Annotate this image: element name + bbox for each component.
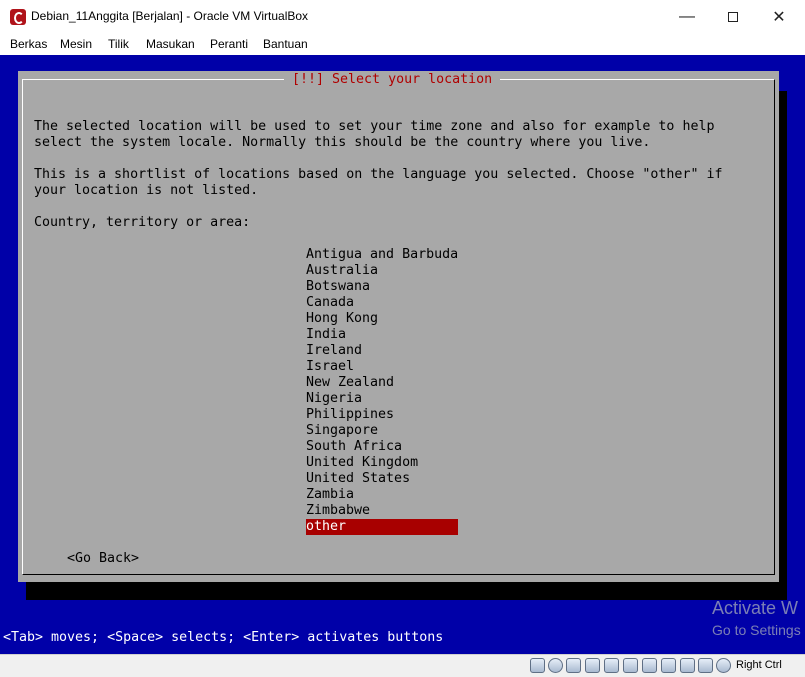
minimize-button[interactable]: — [664, 0, 710, 33]
description-line-1: The selected location will be used to se… [34, 119, 715, 134]
go-back-button[interactable]: <Go Back> [67, 551, 139, 567]
status-bar: Right Ctrl [0, 654, 805, 677]
location-option[interactable]: Israel [306, 359, 458, 375]
location-option[interactable]: India [306, 327, 458, 343]
activate-windows-watermark: Activate W [712, 598, 799, 618]
dialog-title: [!!] Select your location [284, 72, 501, 88]
location-option-selected[interactable]: other [306, 519, 458, 535]
description-line-2: select the system locale. Normally this … [34, 135, 651, 150]
virtualbox-app-icon [10, 9, 26, 25]
description-line-3: This is a shortlist of locations based o… [34, 167, 723, 182]
menu-berkas[interactable]: Berkas [10, 37, 47, 51]
video-capture-icon[interactable] [661, 658, 676, 673]
menu-mesin[interactable]: Mesin [60, 37, 92, 51]
usb-icon[interactable] [604, 658, 619, 673]
display-icon[interactable] [642, 658, 657, 673]
location-option[interactable]: South Africa [306, 439, 458, 455]
location-option[interactable]: Zimbabwe [306, 503, 458, 519]
location-option[interactable]: United States [306, 471, 458, 487]
maximize-icon [728, 11, 738, 22]
location-option[interactable]: Nigeria [306, 391, 458, 407]
optical-drive-icon[interactable] [548, 658, 563, 673]
go-to-settings-watermark: Go to Settings [712, 622, 801, 638]
cpu-icon[interactable] [698, 658, 713, 673]
menu-tilik[interactable]: Tilik [108, 37, 129, 51]
menu-masukan[interactable]: Masukan [146, 37, 195, 51]
host-key-label: Right Ctrl [736, 659, 782, 671]
location-option[interactable]: Zambia [306, 487, 458, 503]
location-option[interactable]: Hong Kong [306, 311, 458, 327]
close-button[interactable]: ✕ [756, 0, 802, 33]
minimize-icon: — [679, 7, 695, 25]
location-option[interactable]: Antigua and Barbuda [306, 247, 458, 263]
audio-icon[interactable] [566, 658, 581, 673]
title-bar: Debian_11Anggita [Berjalan] - Oracle VM … [0, 0, 805, 33]
location-option[interactable]: Philippines [306, 407, 458, 423]
description-line-4: your location is not listed. [34, 183, 259, 198]
location-option[interactable]: Ireland [306, 343, 458, 359]
installer-dialog: [!!] Select your location The selected l… [18, 71, 779, 582]
network-icon[interactable] [585, 658, 600, 673]
shared-folders-icon[interactable] [623, 658, 638, 673]
country-prompt: Country, territory or area: [34, 215, 251, 230]
location-option[interactable]: Canada [306, 295, 458, 311]
menu-bar: Berkas Mesin Tilik Masukan Peranti Bantu… [0, 33, 805, 55]
menu-bantuan[interactable]: Bantuan [263, 37, 308, 51]
maximize-button[interactable] [710, 0, 756, 33]
location-option[interactable]: Singapore [306, 423, 458, 439]
recording-icon[interactable] [680, 658, 695, 673]
location-option[interactable]: Australia [306, 263, 458, 279]
vm-screen[interactable]: [!!] Select your location The selected l… [0, 55, 805, 654]
mouse-integration-icon[interactable] [716, 658, 731, 673]
close-icon: ✕ [772, 8, 786, 26]
location-option[interactable]: New Zealand [306, 375, 458, 391]
location-option[interactable]: Botswana [306, 279, 458, 295]
location-option[interactable]: United Kingdom [306, 455, 458, 471]
keyboard-hint: <Tab> moves; <Space> selects; <Enter> ac… [3, 630, 444, 645]
menu-peranti[interactable]: Peranti [210, 37, 248, 51]
hard-disk-icon[interactable] [530, 658, 545, 673]
window-title: Debian_11Anggita [Berjalan] - Oracle VM … [31, 9, 309, 23]
